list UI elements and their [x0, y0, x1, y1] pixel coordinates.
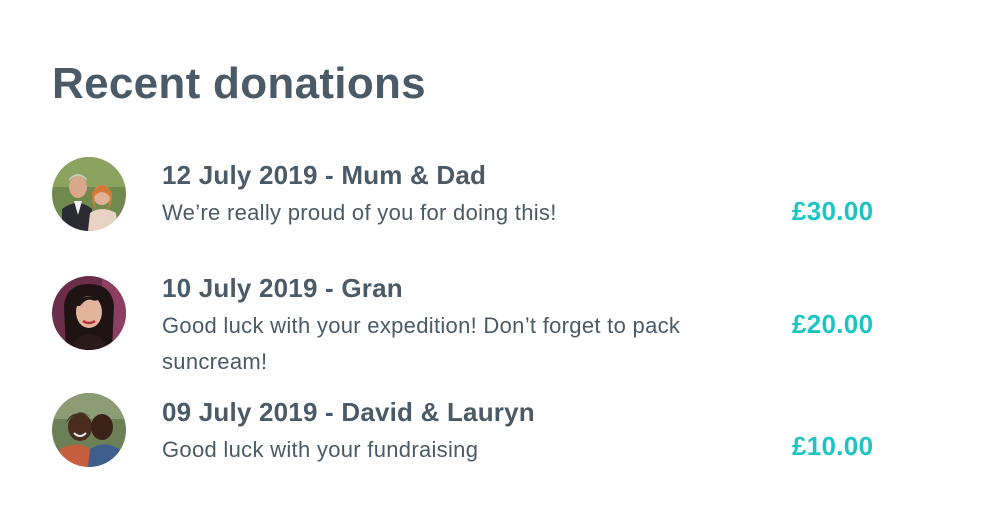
donation-heading: 09 July 2019 - David & Lauryn: [162, 397, 535, 427]
donation-heading: 12 July 2019 - Mum & Dad: [162, 160, 487, 190]
donor-avatar: [52, 157, 126, 231]
page-title: Recent donations: [52, 59, 426, 109]
donation-amount: £10.00: [792, 431, 874, 461]
donor-avatar: [52, 393, 126, 467]
donation-heading: 10 July 2019 - Gran: [162, 273, 403, 303]
donation-message: We’re really proud of you for doing this…: [162, 200, 557, 225]
donation-amount: £30.00: [792, 196, 874, 226]
couple-photo-icon: [52, 157, 126, 231]
couple-embrace-photo-icon: [52, 393, 126, 467]
woman-photo-icon: [52, 276, 126, 350]
donation-amount: £20.00: [792, 309, 874, 339]
donation-message: Good luck with your expedition! Don’t fo…: [162, 313, 681, 374]
donation-message: Good luck with your fundraising: [162, 437, 479, 462]
donor-avatar: [52, 276, 126, 350]
